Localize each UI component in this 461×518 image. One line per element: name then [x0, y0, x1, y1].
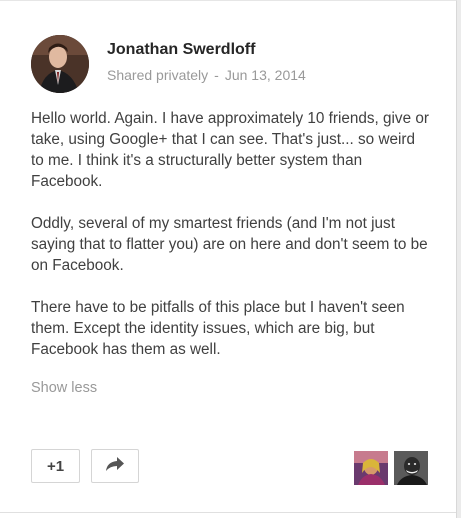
card-divider: [0, 512, 456, 513]
meta-separator: -: [214, 67, 219, 83]
post-paragraph: Oddly, several of my smartest friends (a…: [31, 215, 428, 274]
share-arrow-icon: [105, 456, 125, 477]
plus-one-button[interactable]: +1: [31, 449, 80, 483]
plus-oner-avatar-1[interactable]: [354, 451, 388, 485]
visibility-label[interactable]: Shared privately: [107, 67, 208, 83]
post-body: Hello world. Again. I have approximately…: [31, 108, 431, 381]
show-less-link[interactable]: Show less: [31, 380, 97, 396]
post-paragraph: Hello world. Again. I have approximately…: [31, 110, 429, 190]
author-name[interactable]: Jonathan Swerdloff: [107, 41, 255, 59]
share-button[interactable]: [91, 449, 139, 483]
post-meta: Shared privately - Jun 13, 2014: [107, 67, 306, 83]
plus-oner-avatar-2[interactable]: [394, 451, 428, 485]
post-date[interactable]: Jun 13, 2014: [225, 67, 306, 83]
author-avatar[interactable]: [31, 35, 89, 93]
post-paragraph: There have to be pitfalls of this place …: [31, 299, 405, 358]
post-card: Jonathan Swerdloff Shared privately - Jun …: [0, 0, 457, 518]
